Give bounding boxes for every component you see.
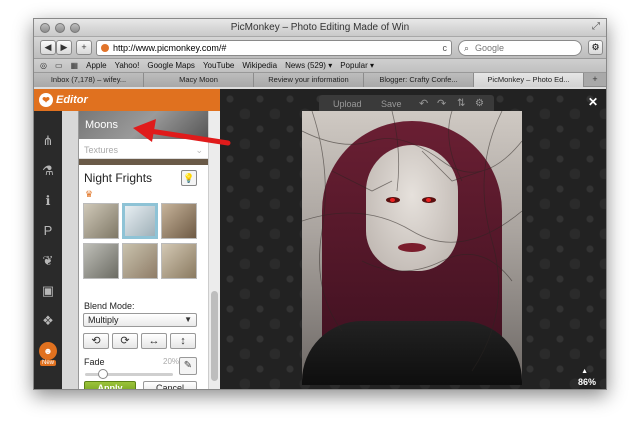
blend-mode-select[interactable]: Multiply ▼ <box>83 313 197 327</box>
royale-crown-icon: ♛ <box>85 189 94 199</box>
pumpkin-icon[interactable]: ☻ <box>39 342 57 360</box>
scrollbar-thumb[interactable] <box>211 291 218 381</box>
search-icon: ⌕ <box>464 43 470 53</box>
back-button[interactable]: ◀ <box>40 40 56 55</box>
basic-edits-icon[interactable]: ⋔ <box>40 133 56 149</box>
frames-icon[interactable]: ▣ <box>40 283 56 299</box>
resize-icon[interactable]: ⤢ <box>592 21 600 32</box>
apply-button[interactable]: Apply <box>84 381 136 389</box>
close-icon[interactable]: ✕ <box>588 95 598 109</box>
lightbulb-icon[interactable]: 💡 <box>181 170 197 186</box>
reload-icon[interactable]: c <box>443 41 448 55</box>
window-title: PicMonkey – Photo Editing Made of Win <box>230 22 410 33</box>
new-tab-button[interactable]: + <box>584 73 606 86</box>
bookmark-youtube[interactable]: YouTube <box>203 61 234 70</box>
panel-edge <box>62 111 78 389</box>
bookmark-popular[interactable]: Popular ▾ <box>340 61 374 70</box>
chevron-down-icon: ▼ <box>184 315 192 324</box>
bookmark-yahoo[interactable]: Yahoo! <box>115 61 140 70</box>
texture-thumb-2-selected[interactable] <box>122 203 158 239</box>
section-title: Night Frights <box>84 171 153 185</box>
effects-icon[interactable]: ⚗ <box>40 163 56 179</box>
browser-toolbar: ◀ ▶ + http://www.picmonkey.com/# c ⌕ Goo… <box>34 37 606 59</box>
texture-thumb-1[interactable] <box>83 203 119 239</box>
picmonkey-logo-icon: ❤ <box>39 93 53 107</box>
reading-list-icon[interactable]: ◎ <box>40 61 47 70</box>
rotate-right-button[interactable]: ⟳ <box>112 333 138 349</box>
search-placeholder: Google <box>475 43 505 53</box>
texture-thumb-5[interactable] <box>122 243 158 279</box>
search-input[interactable]: ⌕ Google <box>458 40 582 56</box>
bookmarks-book-icon[interactable]: ▭ <box>55 61 63 70</box>
site-favicon-icon <box>101 44 109 52</box>
chevron-down-icon: ⌄ <box>195 145 203 155</box>
overlays-icon[interactable]: ❦ <box>40 253 56 269</box>
tool-strip: ⋔ ⚗ ℹ P ❦ ▣ ❖ ☻ New <box>34 89 62 389</box>
textures-icon[interactable]: ❖ <box>40 313 56 329</box>
bookmark-news[interactable]: News (529) ▾ <box>285 61 332 70</box>
new-badge: New <box>40 360 57 366</box>
blend-mode-label: Blend Mode: <box>84 301 135 311</box>
add-bookmark-button[interactable]: + <box>76 40 92 55</box>
address-bar[interactable]: http://www.picmonkey.com/# c <box>96 40 452 56</box>
text-icon[interactable]: P <box>40 223 56 239</box>
photo-canvas[interactable] <box>302 111 522 385</box>
fade-slider-knob[interactable] <box>97 369 108 379</box>
texture-thumb-4[interactable] <box>83 243 119 279</box>
fade-value: 20% <box>163 357 180 366</box>
grid-icon[interactable]: ▦ <box>71 61 79 70</box>
textures-label: Textures <box>84 145 119 155</box>
texture-panel: Moons Textures ⌄ Night Frights ♛ 💡 Blend… <box>78 111 209 389</box>
bookmark-apple[interactable]: Apple <box>86 61 106 70</box>
tab-review-information[interactable]: Review your information <box>254 73 364 87</box>
tab-picmonkey[interactable]: PicMonkey – Photo Ed... <box>474 73 584 87</box>
category-strip <box>79 159 209 165</box>
bookmark-google-maps[interactable]: Google Maps <box>147 61 195 70</box>
branch-texture-overlay <box>302 111 522 372</box>
touch-up-icon[interactable]: ℹ <box>40 193 56 209</box>
forward-button[interactable]: ▶ <box>56 40 72 55</box>
browser-window: PicMonkey – Photo Editing Made of Win ⤢ … <box>33 18 607 390</box>
fade-slider[interactable] <box>85 369 173 379</box>
flip-vertical-button[interactable]: ↕ <box>170 333 196 349</box>
texture-thumb-3[interactable] <box>161 203 197 239</box>
tab-macy-moon[interactable]: Macy Moon <box>144 73 254 87</box>
tab-blogger[interactable]: Blogger: Crafty Confe... <box>364 73 474 87</box>
zoom-caret-icon[interactable]: ▲ <box>581 368 588 375</box>
moons-category[interactable]: Moons <box>79 111 209 139</box>
flip-horizontal-button[interactable]: ↔ <box>141 333 167 349</box>
rotate-left-button[interactable]: ⟲ <box>83 333 109 349</box>
paintbrush-icon[interactable]: ✎ <box>179 357 197 375</box>
texture-thumb-6[interactable] <box>161 243 197 279</box>
tab-inbox[interactable]: Inbox (7,178) – wifey... <box>34 73 144 87</box>
settings-button[interactable]: ⚙ <box>588 40 603 55</box>
app-content: ⋔ ⚗ ℹ P ❦ ▣ ❖ ☻ New ❤ Editor Moons Textu… <box>34 89 606 389</box>
zoom-level[interactable]: 86% <box>578 377 596 387</box>
panel-scrollbar[interactable] <box>208 111 220 389</box>
title-bar: PicMonkey – Photo Editing Made of Win ⤢ <box>34 19 606 37</box>
textures-category[interactable]: Textures ⌄ <box>79 141 209 159</box>
tab-bar: Inbox (7,178) – wifey... Macy Moon Revie… <box>34 73 606 87</box>
editor-logo-text: Editor <box>56 94 88 106</box>
bookmarks-bar: ◎ ▭ ▦ Apple Yahoo! Google Maps YouTube W… <box>34 59 606 73</box>
address-text: http://www.picmonkey.com/# <box>113 43 227 53</box>
cancel-button[interactable]: Cancel <box>143 381 197 389</box>
blend-mode-value: Multiply <box>88 315 119 325</box>
editor-logo: ❤ Editor <box>34 89 220 111</box>
fade-label: Fade <box>84 357 105 367</box>
bookmark-wikipedia[interactable]: Wikipedia <box>242 61 277 70</box>
